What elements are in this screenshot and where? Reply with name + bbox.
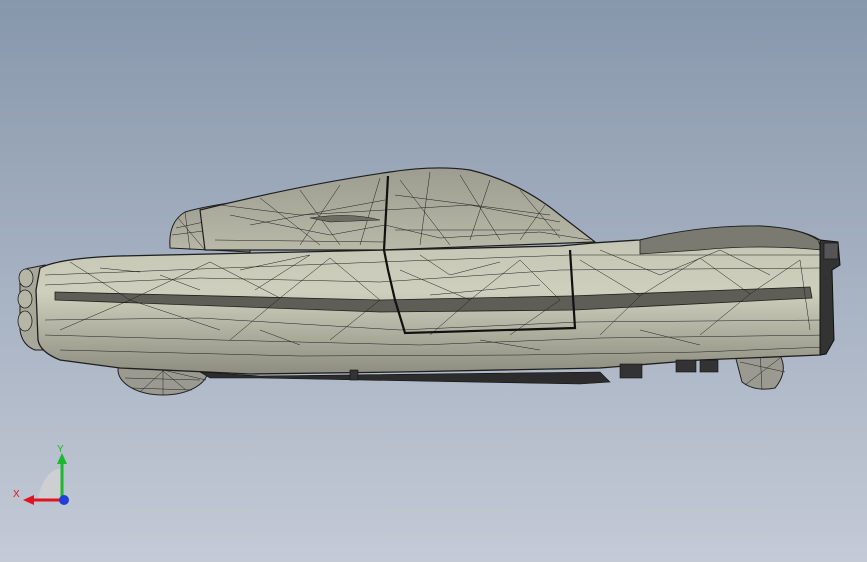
z-axis-icon: [59, 495, 69, 505]
car-wireframe-model[interactable]: [0, 0, 867, 562]
x-axis-arrow-icon: [23, 495, 34, 505]
triad-plane-icon: [38, 468, 62, 500]
y-axis-label: Y: [57, 444, 64, 455]
graphics-viewport[interactable]: Y X: [0, 0, 867, 562]
rear-lights: [17, 268, 34, 332]
coordinate-triad: Y X: [13, 444, 69, 505]
grille: [823, 242, 839, 260]
x-axis-label: X: [13, 489, 20, 500]
